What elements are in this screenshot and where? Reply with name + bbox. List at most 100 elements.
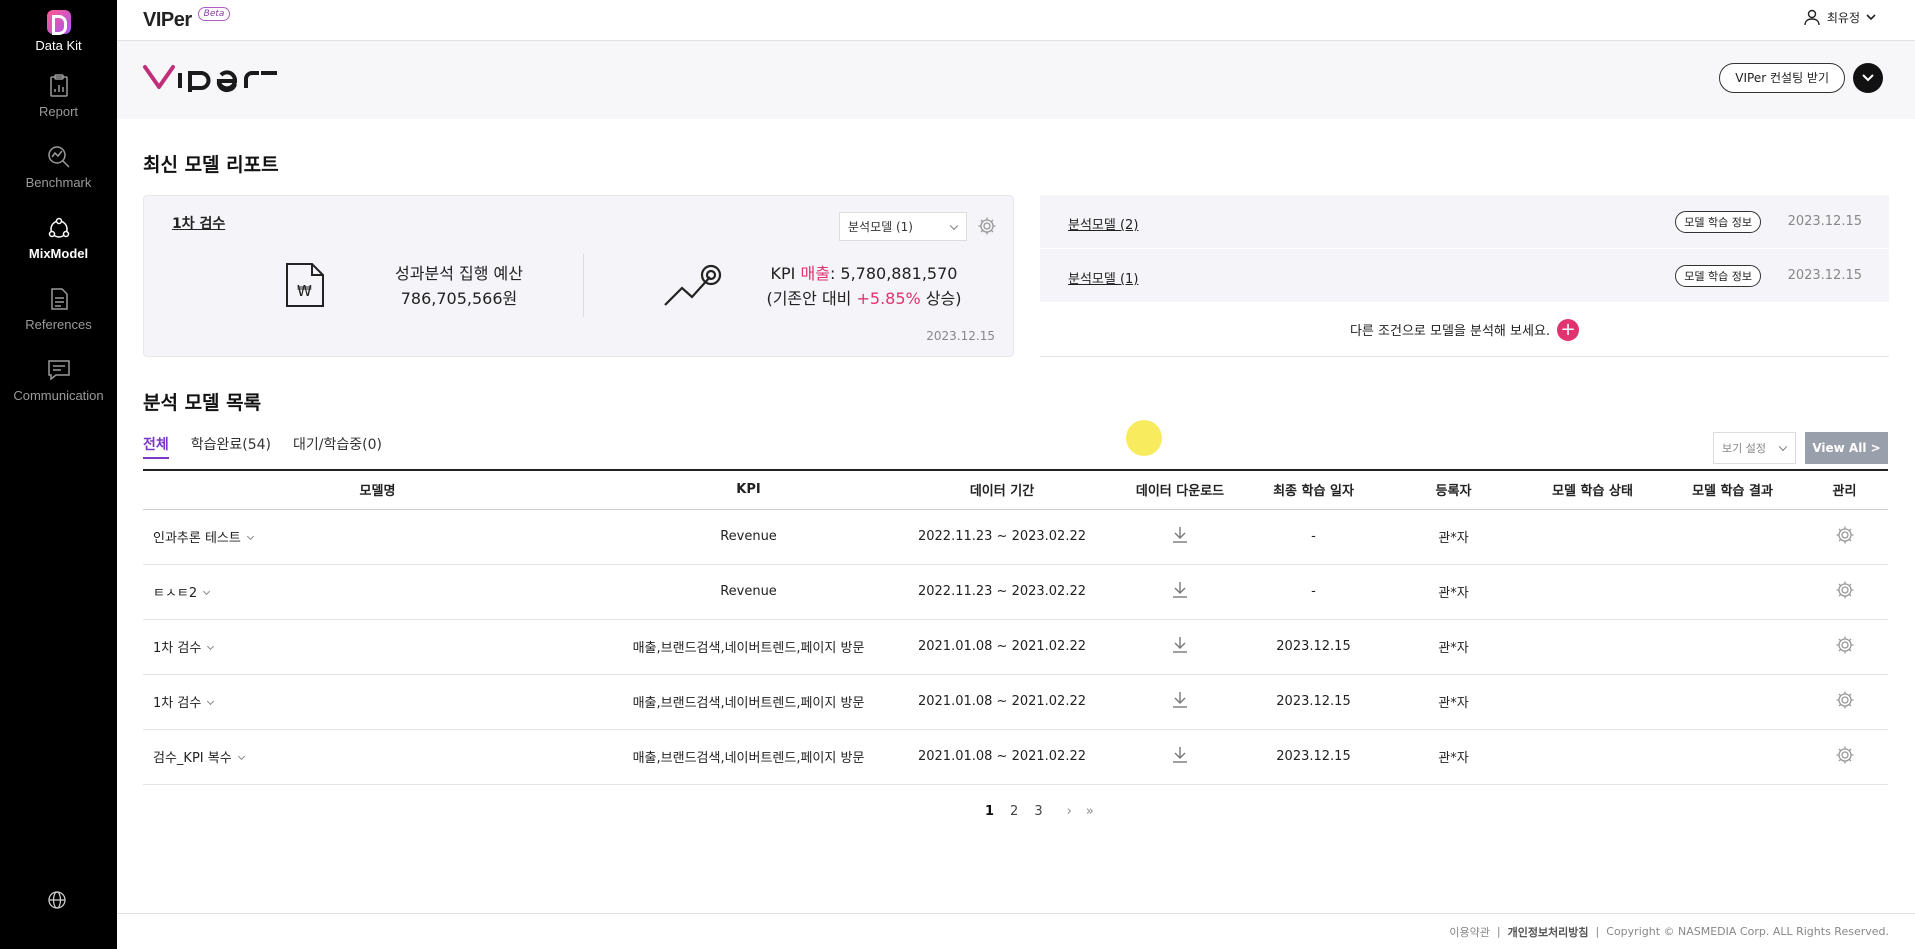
period-cell: 2022.11.23 ~ 2023.02.22 bbox=[885, 564, 1119, 620]
kpi-cell: 매출,브랜드검색,네이버트렌드,페이지 방문 bbox=[612, 619, 885, 675]
view-setting-select[interactable]: 보기 설정 bbox=[1713, 432, 1796, 464]
table-row: 인과추론 테스트 Revenue 2022.11.23 ~ 2023.02.22… bbox=[143, 509, 1888, 565]
col-header: 모델 학습 상태 bbox=[1521, 469, 1664, 510]
compare-value: +5.85% bbox=[856, 289, 921, 308]
model-name: 인과추론 테스트 bbox=[153, 531, 241, 546]
budget-value: 786,705,566원 bbox=[400, 289, 518, 308]
model-name-cell[interactable]: 인과추론 테스트 bbox=[143, 509, 612, 565]
expand-button[interactable] bbox=[1853, 63, 1883, 93]
add-model-prompt: 다른 조건으로 모델을 분석해 보세요. bbox=[1349, 324, 1551, 339]
owner-cell: 관*자 bbox=[1386, 729, 1521, 785]
recent-models-list: 분석모델 (2) 모델 학습 정보 2023.12.15 분석모델 (1) 모델… bbox=[1040, 195, 1889, 357]
chevron-down-icon bbox=[237, 752, 245, 761]
kpi-cell: Revenue bbox=[612, 509, 885, 565]
result-cell bbox=[1664, 674, 1801, 730]
model-name-cell[interactable]: ㅌㅅㅌ2 bbox=[143, 564, 612, 620]
tab-pending[interactable]: 대기/학습중(0) bbox=[293, 434, 382, 459]
gear-icon[interactable] bbox=[1835, 690, 1855, 710]
col-header: 관리 bbox=[1801, 469, 1888, 510]
view-all-button[interactable]: View All > bbox=[1805, 432, 1888, 464]
col-header: KPI bbox=[612, 469, 885, 510]
terms-link[interactable]: 이용약관 bbox=[1449, 924, 1489, 940]
sidebar-item-report[interactable]: Report bbox=[0, 60, 117, 131]
model-info-button[interactable]: 모델 학습 정보 bbox=[1675, 211, 1761, 233]
table-row: 1차 검수 매출,브랜드검색,네이버트렌드,페이지 방문 2021.01.08 … bbox=[143, 674, 1888, 730]
sidebar-item-communication[interactable]: Communication bbox=[0, 344, 117, 415]
magnifier-chart-icon bbox=[47, 145, 70, 168]
chat-icon bbox=[47, 359, 70, 381]
gear-icon[interactable] bbox=[1835, 745, 1855, 765]
tab-bar: 전체 학습완료(54) 대기/학습중(0) bbox=[143, 434, 404, 459]
download-icon[interactable] bbox=[1172, 636, 1188, 654]
download-icon[interactable] bbox=[1172, 691, 1188, 709]
trend-up-icon bbox=[664, 264, 722, 306]
model-info-button[interactable]: 모델 학습 정보 bbox=[1675, 265, 1761, 287]
tab-completed[interactable]: 학습완료(54) bbox=[191, 434, 271, 459]
model-link[interactable]: 분석모델 (2) bbox=[1068, 214, 1138, 233]
result-cell bbox=[1664, 729, 1801, 785]
page-link[interactable]: 1 bbox=[985, 804, 994, 819]
tab-all[interactable]: 전체 bbox=[143, 434, 169, 459]
list-item: 분석모델 (2) 모델 학습 정보 2023.12.15 bbox=[1040, 195, 1889, 249]
download-cell bbox=[1119, 674, 1241, 730]
sidebar-item-references[interactable]: References bbox=[0, 273, 117, 344]
banner: VIPer 컨설팅 받기 bbox=[117, 41, 1915, 119]
manage-cell bbox=[1801, 729, 1888, 785]
user-menu[interactable]: 최유정 bbox=[1803, 8, 1883, 26]
privacy-link[interactable]: 개인정보처리방침 bbox=[1508, 924, 1589, 940]
download-icon[interactable] bbox=[1172, 746, 1188, 764]
kpi-cell: 매출,브랜드검색,네이버트렌드,페이지 방문 bbox=[612, 674, 885, 730]
gear-icon[interactable] bbox=[1835, 580, 1855, 600]
table-row: ㅌㅅㅌ2 Revenue 2022.11.23 ~ 2023.02.22 - 관… bbox=[143, 564, 1888, 620]
sidebar-item-label: Communication bbox=[13, 387, 104, 403]
globe-icon[interactable] bbox=[46, 889, 68, 911]
model-select[interactable]: 분석모델 (1) bbox=[839, 212, 967, 241]
model-name-cell[interactable]: 검수_KPI 복수 bbox=[143, 729, 612, 785]
col-header: 데이터 기간 bbox=[885, 469, 1119, 510]
compare-suffix: 상승) bbox=[925, 289, 962, 308]
kpi-cell: 매출,브랜드검색,네이버트렌드,페이지 방문 bbox=[612, 729, 885, 785]
svg-text:₩: ₩ bbox=[297, 282, 312, 300]
brand[interactable]: Data Kit bbox=[0, 0, 117, 60]
consulting-button[interactable]: VIPer 컨설팅 받기 bbox=[1719, 63, 1845, 93]
page-link[interactable]: 2 bbox=[1010, 804, 1018, 819]
page-link[interactable]: 3 bbox=[1034, 804, 1042, 819]
manage-cell bbox=[1801, 564, 1888, 620]
report-card-title[interactable]: 1차 검수 bbox=[172, 213, 225, 233]
document-icon bbox=[50, 287, 68, 310]
copyright: Copyright © NASMEDIA Corp. ALL Rights Re… bbox=[1606, 925, 1889, 938]
footer-separator: | bbox=[1496, 925, 1501, 938]
user-icon bbox=[1804, 9, 1820, 26]
status-cell bbox=[1521, 619, 1664, 675]
add-model-button[interactable]: + bbox=[1557, 318, 1580, 341]
sidebar-item-mixmodel[interactable]: MixModel bbox=[0, 202, 117, 273]
gear-icon[interactable] bbox=[1835, 525, 1855, 545]
status-cell bbox=[1521, 564, 1664, 620]
model-name: 1차 검수 bbox=[153, 696, 202, 711]
col-header: 데이터 다운로드 bbox=[1119, 469, 1241, 510]
kpi-cell: Revenue bbox=[612, 564, 885, 620]
pagination: 1 2 3 › » bbox=[985, 804, 1108, 819]
sidebar-item-label: MixModel bbox=[28, 245, 89, 261]
app-title[interactable]: VIPer bbox=[143, 9, 192, 32]
next-page-button[interactable]: › bbox=[1067, 804, 1072, 819]
sidebar-item-benchmark[interactable]: Benchmark bbox=[0, 131, 117, 202]
model-name-cell[interactable]: 1차 검수 bbox=[143, 674, 612, 730]
chevron-down-icon bbox=[246, 532, 254, 541]
sidebar-item-label: References bbox=[25, 316, 92, 332]
brand-name: Data Kit bbox=[35, 38, 82, 53]
last-trained-cell: 2023.12.15 bbox=[1241, 729, 1386, 785]
period-cell: 2021.01.08 ~ 2021.02.22 bbox=[885, 729, 1119, 785]
gear-icon[interactable] bbox=[1835, 635, 1855, 655]
kpi-name: 매출 bbox=[800, 264, 830, 283]
manage-cell bbox=[1801, 619, 1888, 675]
latest-report-title: 최신 모델 리포트 bbox=[143, 154, 279, 176]
download-icon[interactable] bbox=[1172, 526, 1188, 544]
owner-cell: 관*자 bbox=[1386, 674, 1521, 730]
model-name-cell[interactable]: 1차 검수 bbox=[143, 619, 612, 675]
model-list-title: 분석 모델 목록 bbox=[143, 392, 262, 414]
gear-icon[interactable] bbox=[977, 216, 997, 236]
last-page-button[interactable]: » bbox=[1086, 804, 1094, 819]
model-link[interactable]: 분석모델 (1) bbox=[1068, 268, 1138, 287]
download-icon[interactable] bbox=[1172, 581, 1188, 599]
